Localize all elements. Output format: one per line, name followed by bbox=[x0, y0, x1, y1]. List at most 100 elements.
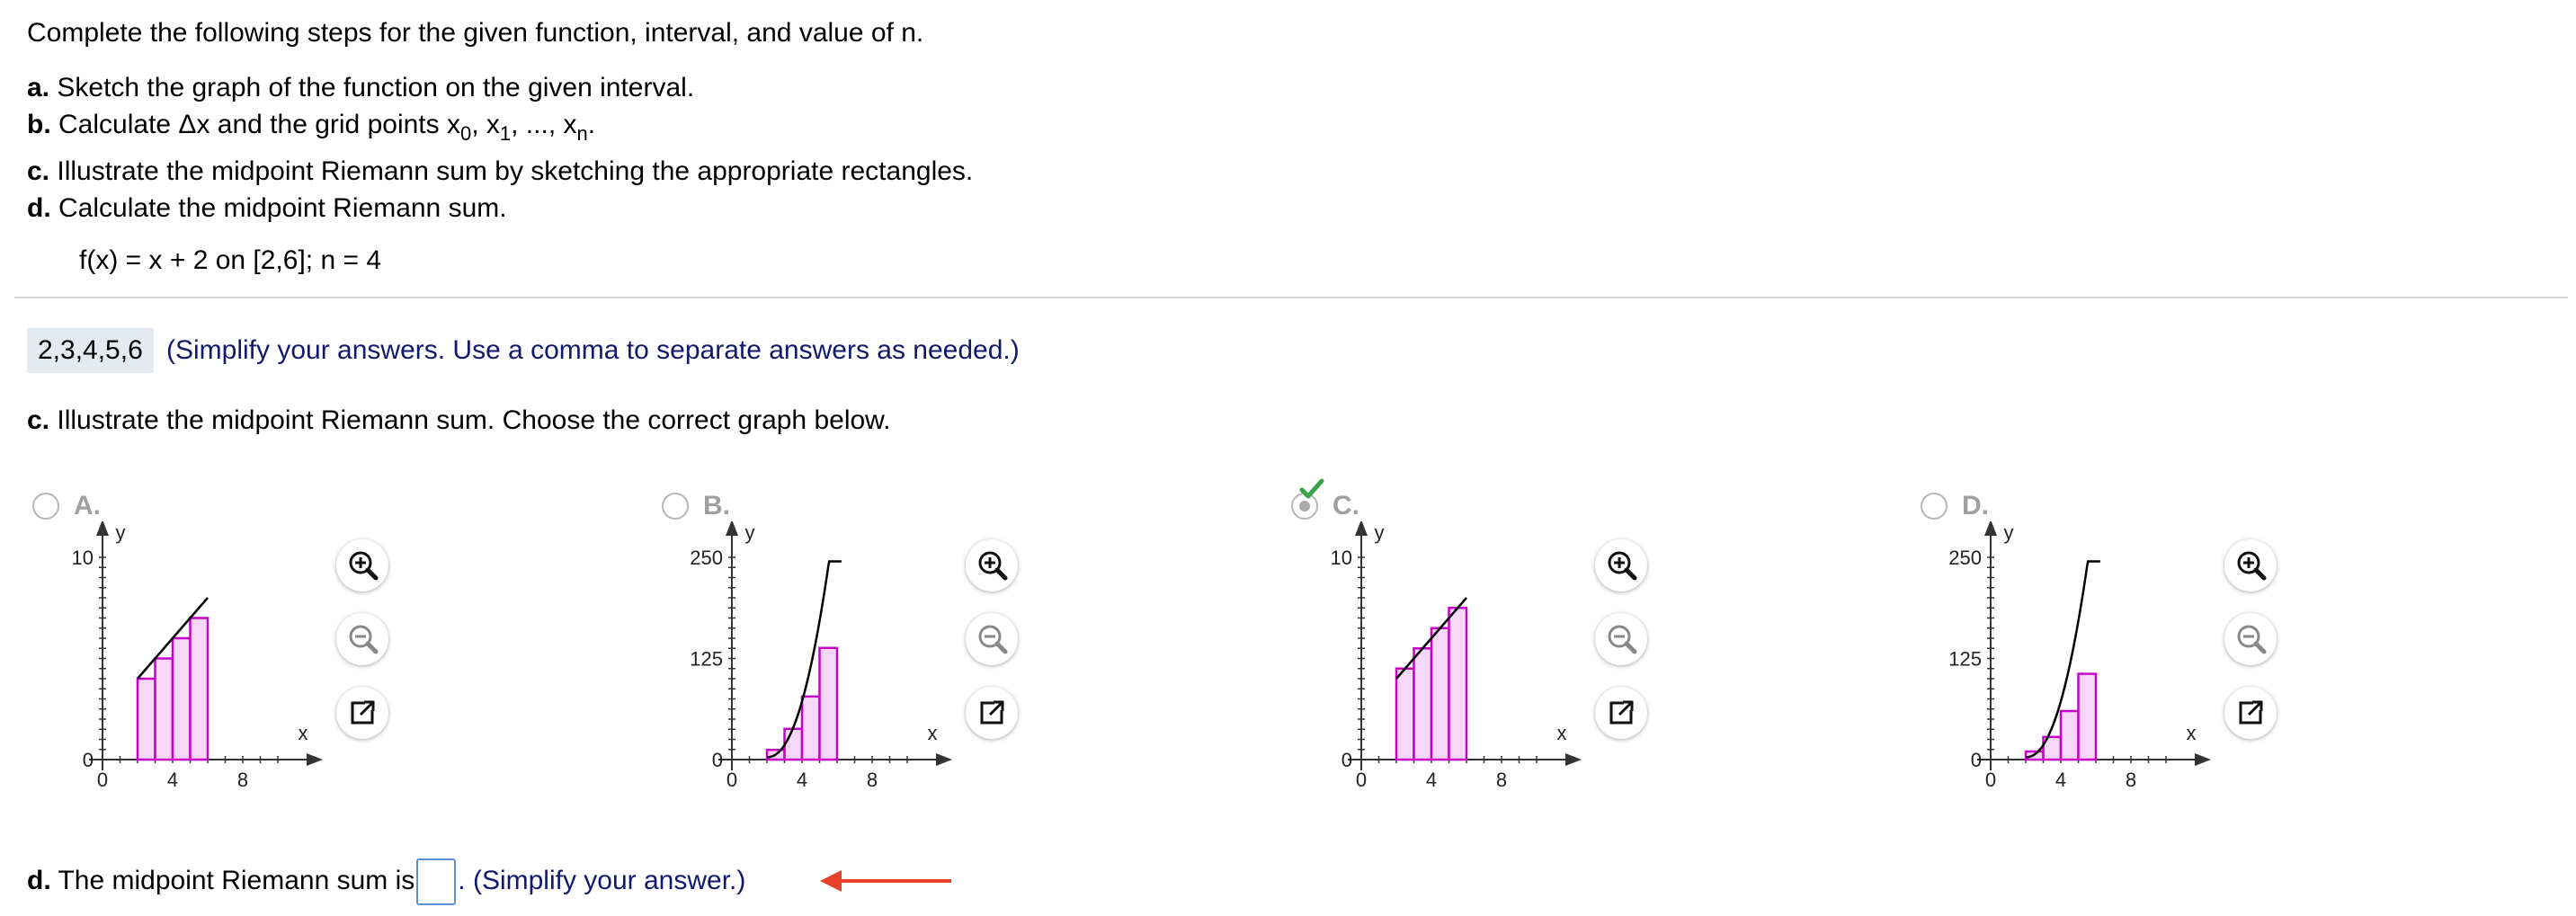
x-axis-label: x bbox=[1557, 722, 1567, 744]
option-b-popout-button[interactable] bbox=[966, 687, 1018, 739]
x-tick-label: 0 bbox=[97, 769, 108, 791]
subscript-n: n bbox=[576, 122, 588, 145]
step-c-text: Illustrate the midpoint Riemann sum by s… bbox=[57, 156, 974, 186]
step-a: a. Sketch the graph of the function on t… bbox=[27, 71, 694, 105]
zoom-out-icon bbox=[978, 625, 1008, 654]
option-d-graph: 250 125 00 4 8 x y bbox=[1948, 521, 2211, 791]
option-a-zoom-out-button[interactable] bbox=[336, 613, 388, 665]
step-b: b. Calculate Δx and the grid points x0, … bbox=[27, 110, 596, 145]
option-c-zoom-in-button[interactable] bbox=[1595, 539, 1647, 591]
y-axis-label: y bbox=[745, 521, 755, 544]
step-a-text: Sketch the graph of the function on the … bbox=[57, 73, 695, 102]
y-mid-label: 125 bbox=[690, 648, 723, 671]
option-b-zoom-out-button[interactable] bbox=[966, 613, 1018, 665]
intro-text: Complete the following steps for the giv… bbox=[27, 16, 923, 50]
x-axis-label: x bbox=[2187, 722, 2197, 744]
y-max-label: 250 bbox=[690, 547, 723, 569]
zoom-in-icon bbox=[349, 551, 379, 581]
prior-answer-hint: (Simplify your answers. Use a comma to s… bbox=[166, 335, 1020, 365]
y-max-label: 10 bbox=[72, 547, 94, 569]
x-tick-label: 0 bbox=[1985, 769, 1996, 791]
y-zero-label: 0 bbox=[83, 749, 94, 771]
x-tick-label: 8 bbox=[2126, 769, 2136, 791]
x-tick-label: 8 bbox=[237, 769, 248, 791]
step-d-letter: d. bbox=[27, 193, 51, 223]
x-axis-arrow-icon bbox=[307, 753, 323, 766]
function-statement: f(x) = x + 2 on [2,6]; n = 4 bbox=[79, 245, 382, 275]
x-axis-arrow-icon bbox=[936, 753, 952, 766]
riemann-rectangle bbox=[154, 657, 174, 761]
problem-page: Complete the following steps for the giv… bbox=[0, 0, 2576, 916]
step-c-letter: c. bbox=[27, 156, 50, 186]
subscript-0: 0 bbox=[459, 122, 472, 145]
x-axis-label: x bbox=[928, 722, 938, 744]
y-mid-label: 125 bbox=[1948, 648, 1982, 671]
option-a-popout-button[interactable] bbox=[336, 687, 388, 739]
option-a-radio[interactable] bbox=[32, 493, 59, 520]
option-b[interactable]: B. 250 125 0 0 4 8 x y bbox=[660, 485, 1253, 818]
option-a-label: A. bbox=[74, 491, 101, 520]
option-c-zoom-out-button[interactable] bbox=[1595, 613, 1647, 665]
riemann-rectangle bbox=[1448, 607, 1468, 761]
y-zero-label: 0 bbox=[1341, 749, 1352, 771]
step-a-letter: a. bbox=[27, 73, 50, 102]
option-c-graph: 10 00 4 8 x y bbox=[1331, 521, 1582, 791]
popout-icon bbox=[1609, 700, 1634, 725]
x-tick-label: 4 bbox=[167, 769, 178, 791]
checkmark-icon bbox=[1299, 478, 1324, 499]
option-d-zoom-out-button[interactable] bbox=[2224, 613, 2277, 665]
y-axis-arrow-icon bbox=[726, 521, 738, 536]
x-axis-label: x bbox=[299, 722, 308, 744]
y-axis-arrow-icon bbox=[1355, 521, 1368, 536]
option-b-radio[interactable] bbox=[662, 493, 689, 520]
option-c-label: C. bbox=[1333, 491, 1359, 520]
x-tick-label: 8 bbox=[1496, 769, 1507, 791]
riemann-rectangle bbox=[783, 727, 804, 761]
x-tick-label: 0 bbox=[726, 769, 737, 791]
riemann-rectangle bbox=[136, 677, 156, 761]
riemann-rectangle bbox=[1430, 627, 1450, 761]
popout-icon bbox=[2239, 700, 2263, 725]
x-tick-label: 4 bbox=[797, 769, 807, 791]
option-a[interactable]: A. 10 0 0 4 8 x y bbox=[31, 485, 624, 818]
popout-icon bbox=[980, 700, 1004, 725]
part-d-prompt: d. The midpoint Riemann sum is . (Simplif… bbox=[27, 858, 745, 905]
riemann-rectangle bbox=[2077, 672, 2098, 761]
option-d-zoom-in-button[interactable] bbox=[2224, 539, 2277, 591]
popout-icon bbox=[351, 700, 375, 725]
step-b-text: Calculate Δx and the grid points x bbox=[58, 110, 460, 139]
y-axis-arrow-icon bbox=[1984, 521, 1997, 536]
y-zero-label: 0 bbox=[1971, 749, 1982, 771]
part-d-letter: d. bbox=[27, 865, 51, 895]
zoom-in-icon bbox=[2237, 551, 2267, 581]
y-max-label: 10 bbox=[1331, 547, 1352, 569]
option-c[interactable]: C. 10 0 0 4 8 x y bbox=[1289, 478, 1883, 818]
zoom-out-icon bbox=[2237, 625, 2267, 654]
riemann-rectangle bbox=[818, 646, 839, 761]
option-a-zoom-in-button[interactable] bbox=[336, 539, 388, 591]
option-c-popout-button[interactable] bbox=[1595, 687, 1647, 739]
option-d[interactable]: D. 250 125 0 0 4 8 x y bbox=[1919, 485, 2512, 818]
option-b-graph: 250 125 00 4 8 x y bbox=[690, 521, 952, 791]
part-c-letter: c. bbox=[27, 405, 50, 435]
x-tick-label: 4 bbox=[2055, 769, 2066, 791]
y-axis-label: y bbox=[116, 521, 126, 544]
prior-answer-value: 2,3,4,5,6 bbox=[38, 335, 143, 365]
x-tick-label: 4 bbox=[1426, 769, 1437, 791]
x-tick-label: 8 bbox=[867, 769, 878, 791]
option-d-label: D. bbox=[1962, 491, 1989, 520]
riemann-rectangle bbox=[189, 617, 209, 761]
intro-label: Complete the following steps for the giv… bbox=[27, 18, 924, 48]
option-d-radio[interactable] bbox=[1921, 493, 1948, 520]
option-b-zoom-in-button[interactable] bbox=[966, 539, 1018, 591]
section-divider bbox=[14, 297, 2568, 298]
step-b-letter: b. bbox=[27, 110, 51, 139]
riemann-rectangle bbox=[800, 695, 821, 761]
option-d-popout-button[interactable] bbox=[2224, 687, 2277, 739]
riemann-sum-input[interactable] bbox=[416, 858, 457, 905]
left-arrow-icon bbox=[820, 870, 951, 892]
step-d-text: Calculate the midpoint Riemann sum. bbox=[58, 193, 507, 223]
part-c-prompt: c. Illustrate the midpoint Riemann sum. … bbox=[27, 404, 891, 438]
riemann-rectangle bbox=[171, 636, 192, 761]
y-zero-label: 0 bbox=[712, 749, 723, 771]
